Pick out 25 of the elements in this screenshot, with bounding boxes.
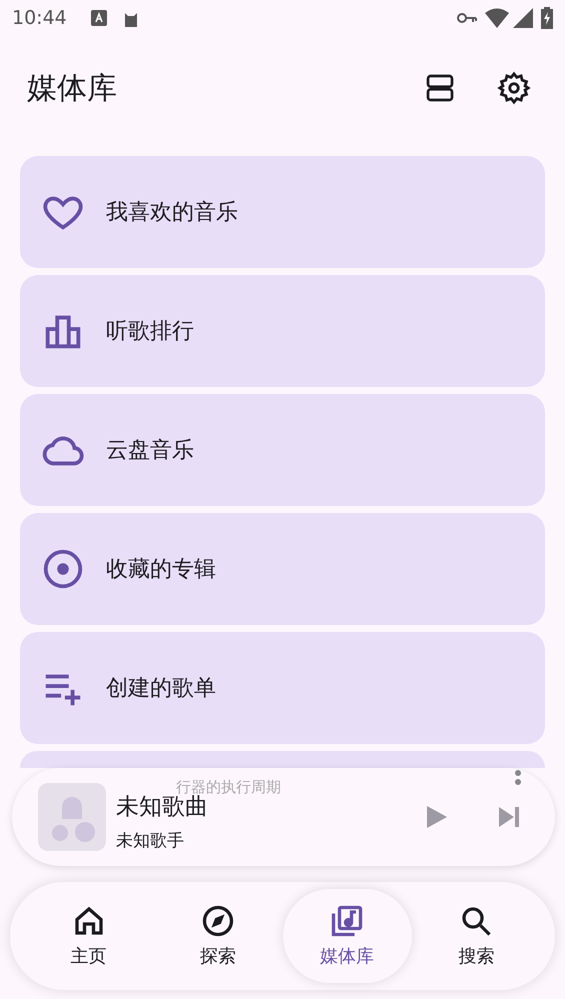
- play-icon: [427, 806, 447, 828]
- skip-next-icon: [499, 807, 519, 827]
- library-card[interactable]: 创建的歌单: [20, 632, 545, 744]
- nav-tab[interactable]: 媒体库: [282, 889, 412, 983]
- nav-tab[interactable]: 搜索: [412, 889, 541, 983]
- signal-icon: [513, 8, 533, 28]
- library-card[interactable]: 我喜欢的音乐: [20, 156, 545, 268]
- battery-icon: [541, 7, 553, 29]
- album-art-placeholder-icon: [38, 783, 106, 851]
- status-time: 10:44: [12, 6, 67, 31]
- settings-icon: [497, 71, 531, 105]
- library-card[interactable]: 云盘音乐: [20, 394, 545, 506]
- mini-player[interactable]: 行器的执行周期 未知歌曲 未知歌手: [12, 768, 555, 866]
- view-agenda-icon: [424, 72, 456, 104]
- nav-tab[interactable]: 探索: [153, 889, 282, 983]
- keyboard-notification-icon: [90, 10, 107, 26]
- song-title: 未知歌曲: [116, 794, 209, 822]
- library-card[interactable]: 收藏的专辑: [20, 513, 545, 625]
- lyric-line: 行器的执行周期: [176, 777, 281, 796]
- page-title: 媒体库: [27, 70, 118, 108]
- nav-tab[interactable]: 主页: [24, 889, 154, 983]
- wifi-icon: [485, 8, 509, 28]
- vpn-key-icon: [457, 12, 477, 24]
- library-card[interactable]: 听歌排行: [20, 275, 545, 387]
- song-artist: 未知歌手: [116, 830, 185, 852]
